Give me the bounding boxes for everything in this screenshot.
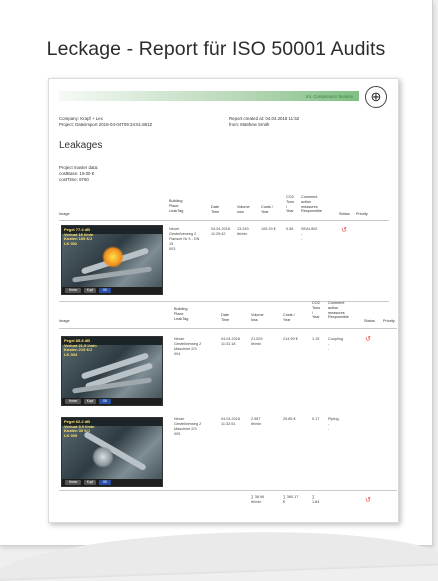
- table-divider: [59, 220, 389, 221]
- undo-icon[interactable]: ↺: [340, 227, 348, 235]
- row1-costs: 105.33 €: [261, 227, 276, 231]
- col-co2: CO2 Tons / Year: [312, 301, 321, 320]
- col-image: Image: [59, 319, 70, 323]
- project-line: Project: Dateiimport 2018-04-04T09:34:51…: [59, 122, 153, 127]
- col-costs: Costs / Year: [261, 205, 273, 214]
- undo-icon[interactable]: ↺: [364, 497, 372, 505]
- row2-building: Neuer Gestellverweg 2 Maschine 2/3 004: [174, 337, 202, 356]
- company-logo-icon: ⊕: [365, 86, 387, 108]
- table-divider: [59, 490, 397, 491]
- row1-volume: 13.249 ltr/min: [237, 227, 249, 236]
- col-status: Status: [364, 319, 375, 323]
- meta-right: Report created at: 04.04.2018 11:52 from…: [229, 116, 299, 128]
- row2-co2: 1.15: [312, 337, 320, 341]
- col-comment: Comment action measures Responsible: [301, 195, 322, 214]
- report-header-bar: Int. Compressor Service: [59, 91, 359, 101]
- row3-building: Neuer Gestellverweg 2 Maschine 2/3 005: [174, 417, 202, 436]
- row2-date: 04.04.2018 11:31:18: [221, 337, 241, 346]
- col-building: Building Place LeakTag: [174, 307, 189, 321]
- row3-costs: 29.85 €: [283, 417, 296, 421]
- row3-co2: 0.17: [312, 417, 320, 421]
- cost-time: costTime: 8760: [59, 177, 89, 182]
- total-volume: ∑ 38.96 ltr/min: [251, 495, 265, 504]
- col-costs: Costs / Year: [283, 313, 295, 322]
- undo-icon[interactable]: ↺: [364, 336, 372, 344]
- col-status: Status: [339, 212, 350, 216]
- col-priority: Priority: [356, 212, 368, 216]
- leak-image: Pegel 62.2 dB Verlust 3.0 l/min Kosten 30 …: [61, 417, 163, 487]
- image-readout: Pegel 62.2 dB Verlust 3.0 l/min Kosten 30 …: [64, 419, 95, 438]
- row3-comment: Piping - -: [328, 417, 339, 431]
- table-divider: [59, 328, 397, 329]
- col-date: Date Time: [211, 205, 220, 214]
- total-co2: ∑ 1.84: [312, 495, 320, 504]
- from-line: from: Matthew Smith: [229, 122, 270, 127]
- row3-volume: 2.987 ltr/min: [251, 417, 262, 426]
- col-image: Image: [59, 212, 70, 216]
- image-readout: Pegel 85.8 dB Verlust 21.5 l/min Kosten 21…: [64, 338, 97, 357]
- col-volume: Volume loss: [251, 313, 264, 322]
- row1-co2: 0.56: [286, 227, 294, 231]
- row2-comment: Coupling - -: [328, 337, 343, 351]
- header-text: Int. Compressor Service: [305, 93, 353, 99]
- leak-image: Pegel 85.8 dB Verlust 21.5 l/min Kosten 21…: [61, 336, 163, 406]
- leak-image: Pegel 77.4 dB Verlust 16 l/min Kosten 105 …: [61, 225, 163, 295]
- row2-costs: 214.99 €: [283, 337, 298, 341]
- col-volume: Volume loss: [237, 205, 250, 214]
- slide-card: Leckage - Report für ISO 50001 Audits In…: [0, 0, 433, 546]
- row1-building: Neuer Gestellverweg 2 Flansch Nr 3 - DN …: [169, 227, 200, 251]
- col-priority: Priority: [383, 319, 395, 323]
- meta-left: Company: Krapf + Lex Project: Dateiimpor…: [59, 116, 152, 128]
- image-readout: Pegel 77.4 dB Verlust 16 l/min Kosten 105 …: [64, 227, 94, 246]
- slide-title: Leckage - Report für ISO 50001 Audits: [46, 38, 386, 60]
- row1-comment: SEALING - -: [301, 227, 318, 241]
- col-comment: Comment action measures Responsible: [328, 301, 349, 320]
- master-data: Project master data: costBase: 19.00 € c…: [59, 165, 98, 183]
- total-costs: ∑ 360.17 €: [283, 495, 299, 504]
- col-co2: CO2 Tons / Year: [286, 195, 295, 214]
- row1-date: 04.04.2018 11:29:42: [211, 227, 231, 236]
- col-date: Date Time: [221, 313, 230, 322]
- report-page: Int. Compressor Service ⊕ Company: Krapf…: [48, 78, 399, 523]
- section-heading: Leakages: [59, 140, 103, 151]
- row3-date: 04.04.2018 11:32:51: [221, 417, 241, 426]
- row2-volume: 21.529 ltr/min: [251, 337, 263, 346]
- col-building: Building Place LeakTag: [169, 199, 184, 213]
